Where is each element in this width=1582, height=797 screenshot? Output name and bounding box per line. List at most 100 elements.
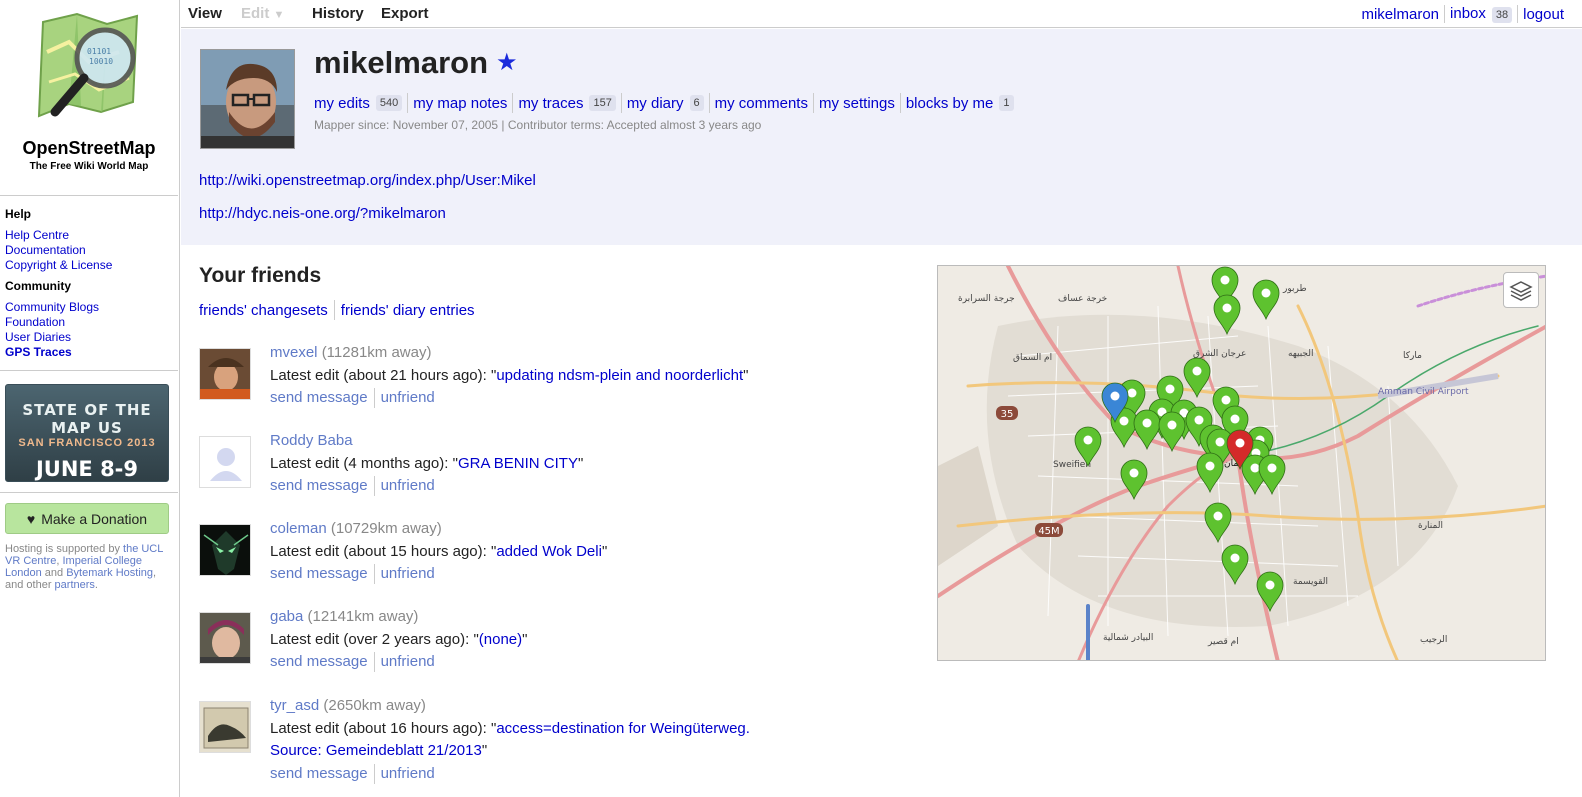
friends-map[interactable]: 35 45M Sweifieh جرجة السرابرة خرجة عساف … — [937, 265, 1546, 661]
avatar[interactable] — [199, 701, 251, 753]
donate-label: Make a Donation — [41, 510, 148, 527]
bytemark-link[interactable]: Bytemark Hosting — [66, 567, 153, 579]
latest-edit: Latest edit (over 2 years ago): "(none)" — [270, 629, 850, 652]
user-photo-icon — [200, 702, 250, 752]
page-title: mikelmaron ★ — [314, 45, 518, 81]
friend-name[interactable]: coleman — [270, 520, 327, 537]
unfriend-link[interactable]: unfriend — [381, 387, 435, 410]
send-message-link[interactable]: send message — [270, 475, 368, 498]
my-edits-link[interactable]: my edits — [314, 95, 370, 112]
changeset-link[interactable]: (none) — [479, 631, 522, 648]
user-photo-icon — [201, 50, 294, 148]
send-message-link[interactable]: send message — [270, 563, 368, 586]
road-shield: 35 — [996, 406, 1018, 420]
documentation-link[interactable]: Documentation — [5, 243, 173, 258]
map-tiles: 35 45M Sweifieh جرجة السرابرة خرجة عساف … — [938, 266, 1545, 660]
layers-button[interactable] — [1503, 272, 1539, 308]
map-label: ماركا — [1403, 351, 1422, 361]
send-message-link[interactable]: send message — [270, 651, 368, 674]
tab-export[interactable]: Export — [381, 5, 429, 22]
gps-traces-link[interactable]: GPS Traces — [5, 345, 173, 360]
friends-changesets-link[interactable]: friends' changesets — [199, 302, 328, 319]
inbox-link[interactable]: inbox 38 — [1450, 5, 1513, 23]
help-section: Help Help Centre Documentation Copyright… — [5, 207, 173, 273]
friend-name[interactable]: gaba — [270, 608, 303, 625]
blocks-count-badge: 1 — [999, 95, 1014, 111]
chevron-down-icon: ▼ — [273, 9, 285, 21]
send-message-link[interactable]: send message — [270, 763, 368, 786]
divider — [708, 93, 710, 113]
tab-history[interactable]: History — [312, 5, 364, 22]
wiki-profile-link[interactable]: http://wiki.openstreetmap.org/index.php/… — [199, 172, 536, 189]
latest-edit: Latest edit (about 16 hours ago): "acces… — [270, 718, 790, 763]
user-link[interactable]: mikelmaron — [1361, 6, 1439, 23]
latest-edit: Latest edit (about 21 hours ago): "updat… — [270, 365, 850, 388]
my-comments-link[interactable]: my comments — [715, 95, 808, 112]
unfriend-link[interactable]: unfriend — [381, 475, 435, 498]
my-diary-link[interactable]: my diary — [627, 95, 684, 112]
map-label: جرجة السرابرة — [958, 294, 1015, 304]
latest-edit-text: Latest edit (4 months ago): " — [270, 454, 458, 472]
heart-icon: ♥ — [26, 510, 36, 527]
hdyc-profile-link[interactable]: http://hdyc.neis-one.org/?mikelmaron — [199, 205, 446, 222]
my-map-notes-link[interactable]: my map notes — [413, 95, 507, 112]
logo[interactable]: 01101 10010 OpenStreetMap The Free Wiki … — [0, 12, 178, 172]
latest-edit-text: " — [481, 742, 488, 759]
my-traces-link[interactable]: my traces — [518, 95, 583, 112]
divider — [1517, 5, 1519, 23]
friend-name[interactable]: Roddy Baba — [270, 432, 353, 449]
friend-name[interactable]: tyr_asd — [270, 697, 319, 714]
username: mikelmaron — [314, 45, 489, 80]
divider — [0, 370, 178, 371]
hosting-text: . — [94, 579, 98, 591]
changeset-link[interactable]: added Wok Deli — [496, 543, 602, 560]
user-photo-icon — [200, 349, 250, 399]
changeset-link[interactable]: GRA BENIN CITY — [458, 455, 578, 472]
tab-edit-label: Edit — [241, 5, 270, 22]
logo-title[interactable]: OpenStreetMap — [0, 138, 178, 159]
avatar[interactable] — [199, 524, 251, 576]
donate-button[interactable]: ♥ Make a Donation — [5, 503, 169, 534]
user-photo-icon — [200, 613, 250, 663]
sidebar: 01101 10010 OpenStreetMap The Free Wiki … — [0, 0, 180, 797]
community-blogs-link[interactable]: Community Blogs — [5, 300, 173, 315]
avatar[interactable] — [199, 612, 251, 664]
divider — [812, 93, 814, 113]
logo-tagline: The Free Wiki World Map — [29, 161, 149, 172]
tab-view[interactable]: View — [188, 5, 222, 22]
user-diaries-link[interactable]: User Diaries — [5, 330, 173, 345]
friend-name[interactable]: mvexel — [270, 344, 318, 361]
default-avatar-icon — [200, 437, 250, 487]
friends-diary-link[interactable]: friends' diary entries — [341, 302, 475, 319]
divider — [512, 93, 514, 113]
avatar[interactable] — [199, 348, 251, 400]
friend-distance: (10729km away) — [330, 520, 442, 537]
latest-edit-text: " — [601, 542, 608, 560]
my-settings-link[interactable]: my settings — [819, 95, 895, 112]
sotm-banner[interactable]: STATE OF THE MAP US SAN FRANCISCO 2013 J… — [5, 384, 169, 482]
copyright-link[interactable]: Copyright & License — [5, 258, 173, 273]
partners-link[interactable]: partners — [55, 579, 95, 591]
blocks-by-me-link[interactable]: blocks by me — [906, 95, 994, 112]
map-label: المنارة — [1418, 521, 1443, 531]
map-label: القويسمة — [1293, 577, 1328, 587]
foundation-link[interactable]: Foundation — [5, 315, 173, 330]
changeset-link[interactable]: updating ndsm-plein and noorderlicht — [496, 367, 743, 384]
unfriend-link[interactable]: unfriend — [381, 763, 435, 786]
unfriend-link[interactable]: unfriend — [381, 563, 435, 586]
avatar[interactable] — [199, 436, 251, 488]
tab-edit[interactable]: Edit ▼ — [241, 5, 284, 22]
logout-link[interactable]: logout — [1523, 6, 1564, 23]
banner-line2: SAN FRANCISCO 2013 — [18, 437, 156, 449]
friend-distance: (2650km away) — [323, 697, 426, 714]
layers-icon — [1509, 281, 1533, 301]
hosting-text: and — [41, 567, 67, 579]
svg-text:45M: 45M — [1038, 526, 1059, 537]
divider — [1444, 5, 1446, 23]
divider — [373, 476, 375, 497]
help-centre-link[interactable]: Help Centre — [5, 228, 173, 243]
svg-text:10010: 10010 — [89, 57, 113, 66]
latest-edit-text: Latest edit (about 16 hours ago): " — [270, 719, 497, 737]
unfriend-link[interactable]: unfriend — [381, 651, 435, 674]
send-message-link[interactable]: send message — [270, 387, 368, 410]
